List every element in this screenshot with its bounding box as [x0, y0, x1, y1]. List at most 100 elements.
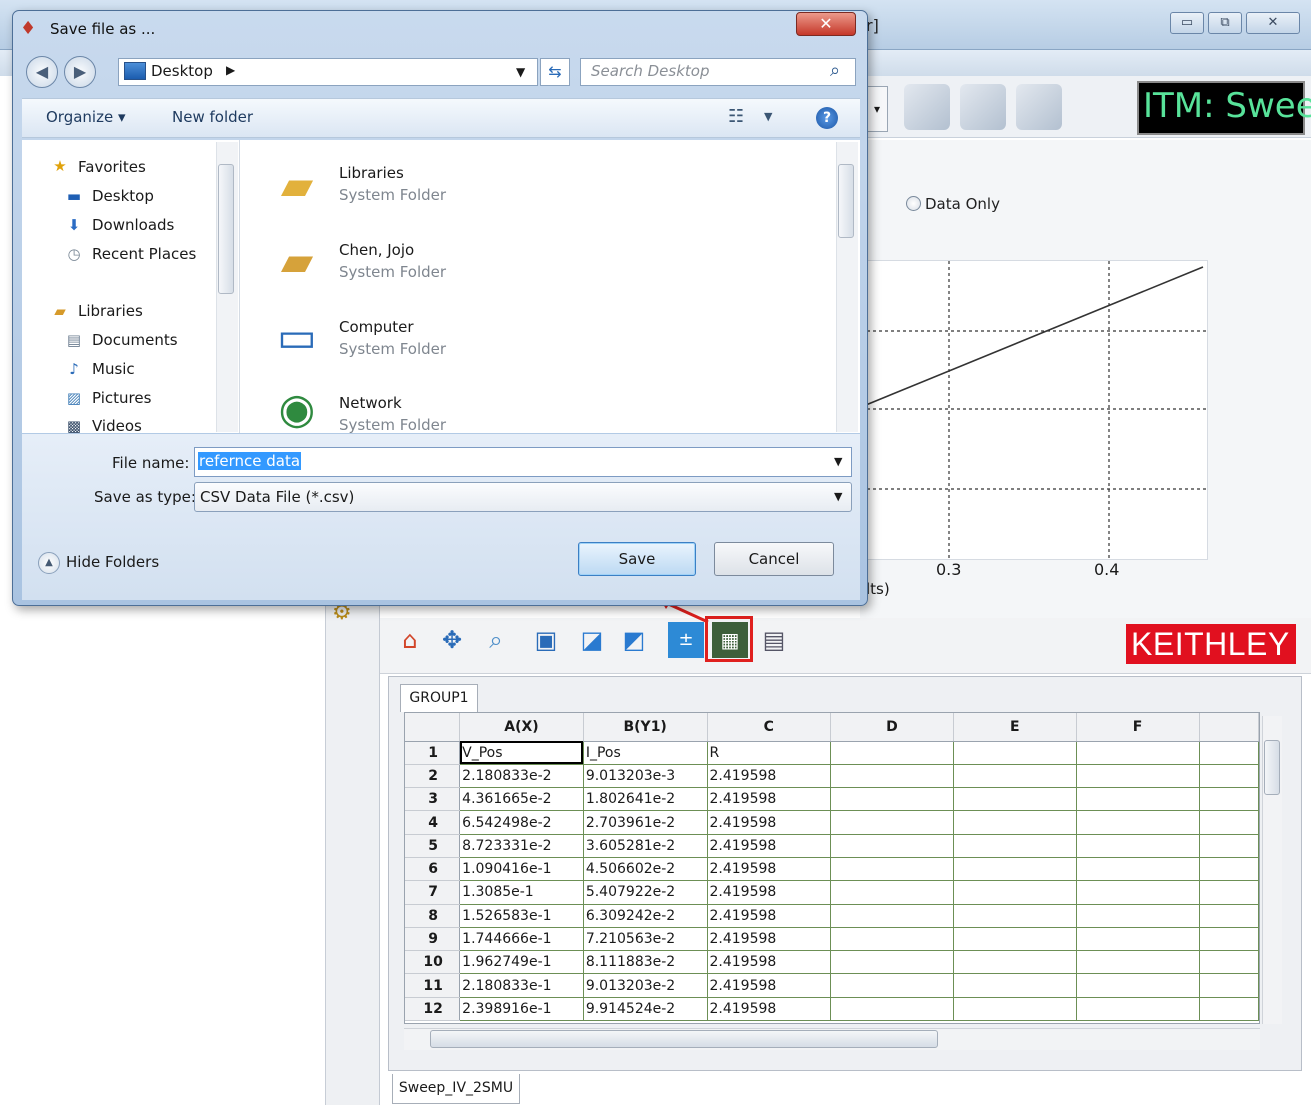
- table-cell[interactable]: [1199, 880, 1259, 905]
- table-cell[interactable]: [1076, 764, 1200, 789]
- table-cell[interactable]: [1076, 904, 1200, 928]
- address-dropdown-icon[interactable]: ▼: [516, 65, 525, 79]
- table-cell[interactable]: 2.703961e-2: [583, 810, 708, 835]
- table-cell[interactable]: [830, 950, 954, 975]
- nav-desktop[interactable]: Desktop: [92, 187, 154, 205]
- table-cell[interactable]: [1076, 973, 1200, 998]
- table-cell[interactable]: 4.506602e-2: [583, 857, 708, 882]
- table-cell[interactable]: [1199, 997, 1259, 1022]
- data-only-radio[interactable]: [906, 196, 921, 211]
- zoom-icon[interactable]: ⌕: [478, 622, 514, 658]
- row-header[interactable]: 12: [405, 997, 461, 1022]
- table-cell[interactable]: [953, 880, 1077, 905]
- data-grid[interactable]: A(X) B(Y1) C D E F 1 V_Pos I_Pos R 2 2.180833e-2 9.…: [404, 712, 1260, 1024]
- move-icon[interactable]: ✥: [434, 622, 470, 658]
- table-cell[interactable]: [1076, 857, 1200, 882]
- file-item-name[interactable]: Computer: [339, 318, 414, 336]
- nav-music[interactable]: Music: [92, 360, 135, 378]
- row-header[interactable]: 9: [405, 927, 461, 952]
- row-header[interactable]: 4: [405, 810, 461, 835]
- table-cell[interactable]: [830, 764, 954, 789]
- table-cell[interactable]: [953, 764, 1077, 789]
- table-cell[interactable]: [953, 997, 1077, 1022]
- row-header[interactable]: 5: [405, 834, 461, 858]
- line-plot-icon[interactable]: ◪: [574, 622, 610, 658]
- table-cell[interactable]: [830, 834, 954, 858]
- table-cell[interactable]: 8.723331e-2: [459, 834, 584, 858]
- table-cell[interactable]: [1076, 834, 1200, 858]
- table-cell[interactable]: 2.419598: [707, 787, 831, 812]
- table-cell[interactable]: 2.419598: [707, 834, 831, 858]
- table-cell[interactable]: 6.309242e-2: [583, 904, 708, 928]
- table-cell[interactable]: 9.013203e-2: [583, 973, 708, 998]
- table-cell[interactable]: 2.419598: [707, 764, 831, 789]
- row-header[interactable]: 2: [405, 764, 461, 789]
- table-cell[interactable]: [953, 741, 1077, 765]
- row-header[interactable]: 8: [405, 904, 461, 928]
- column-header[interactable]: [405, 713, 461, 742]
- table-cell[interactable]: [1076, 927, 1200, 952]
- table-cell[interactable]: [830, 927, 954, 952]
- column-header[interactable]: [1199, 713, 1259, 742]
- save-type-dropdown-icon[interactable]: ▼: [834, 490, 842, 503]
- table-cell[interactable]: [1199, 810, 1259, 835]
- table-cell[interactable]: 4.361665e-2: [459, 787, 584, 812]
- table-cell[interactable]: [830, 810, 954, 835]
- table-cell[interactable]: [830, 857, 954, 882]
- nav-downloads[interactable]: Downloads: [92, 216, 174, 234]
- table-cell[interactable]: [953, 950, 1077, 975]
- table-cell[interactable]: 9.013203e-3: [583, 764, 708, 789]
- address-segment-desktop[interactable]: Desktop: [151, 62, 213, 80]
- forward-button[interactable]: ▶: [64, 56, 96, 88]
- table-cell[interactable]: 1.962749e-1: [459, 950, 584, 975]
- column-header[interactable]: A(X): [459, 713, 584, 742]
- table-cell[interactable]: [830, 787, 954, 812]
- cancel-button[interactable]: Cancel: [714, 542, 834, 576]
- table-cell[interactable]: [1199, 950, 1259, 975]
- table-cell[interactable]: [1199, 834, 1259, 858]
- table-cell[interactable]: 6.542498e-2: [459, 810, 584, 835]
- column-header[interactable]: E: [953, 713, 1077, 742]
- column-header[interactable]: D: [830, 713, 954, 742]
- table-cell[interactable]: [1076, 741, 1200, 765]
- table-cell[interactable]: [1076, 880, 1200, 905]
- back-button[interactable]: ◀: [26, 56, 58, 88]
- table-cell[interactable]: 2.398916e-1: [459, 997, 584, 1022]
- table-cell[interactable]: [1199, 927, 1259, 952]
- table-cell[interactable]: [830, 880, 954, 905]
- table-cell[interactable]: [953, 810, 1077, 835]
- table-cell[interactable]: 3.605281e-2: [583, 834, 708, 858]
- table-cell[interactable]: [830, 741, 954, 765]
- save-plot-icon[interactable]: ▣: [528, 622, 564, 658]
- table-cell[interactable]: 1.802641e-2: [583, 787, 708, 812]
- nav-scroll-thumb[interactable]: [218, 164, 234, 294]
- user-folder-icon[interactable]: ▰: [268, 232, 326, 290]
- views-icon[interactable]: ☷: [728, 106, 744, 127]
- nav-recent-places[interactable]: Recent Places: [92, 245, 196, 263]
- column-header[interactable]: F: [1076, 713, 1200, 742]
- table-cell[interactable]: [953, 904, 1077, 928]
- table-cell[interactable]: 1.526583e-1: [459, 904, 584, 928]
- table-cell[interactable]: [830, 904, 954, 928]
- refresh-button[interactable]: ⇆: [540, 58, 570, 86]
- table-cell[interactable]: [1199, 904, 1259, 928]
- minimize-button[interactable]: ▭: [1170, 12, 1204, 34]
- table-cell[interactable]: 1.3085e-1: [459, 880, 584, 905]
- file-item-name[interactable]: Network: [339, 394, 402, 412]
- table-cell[interactable]: 1.744666e-1: [459, 927, 584, 952]
- save-button[interactable]: Save: [578, 542, 696, 576]
- row-header[interactable]: 11: [405, 973, 461, 998]
- axis-icon[interactable]: ◩: [616, 622, 652, 658]
- network-icon[interactable]: ◉: [268, 380, 326, 438]
- table-cell[interactable]: 1.090416e-1: [459, 857, 584, 882]
- table-cell[interactable]: 2.419598: [707, 857, 831, 882]
- nav-favorites[interactable]: Favorites: [78, 158, 146, 176]
- table-cell[interactable]: [1199, 741, 1259, 765]
- column-header[interactable]: B(Y1): [583, 713, 708, 742]
- search-icon[interactable]: ⌕: [830, 60, 840, 81]
- chip-tool-icon[interactable]: [1016, 84, 1062, 130]
- save-type-value[interactable]: CSV Data File (*.csv): [200, 488, 354, 506]
- table-cell[interactable]: 2.180833e-1: [459, 973, 584, 998]
- table-cell[interactable]: [1199, 973, 1259, 998]
- table-cell[interactable]: 2.419598: [707, 950, 831, 975]
